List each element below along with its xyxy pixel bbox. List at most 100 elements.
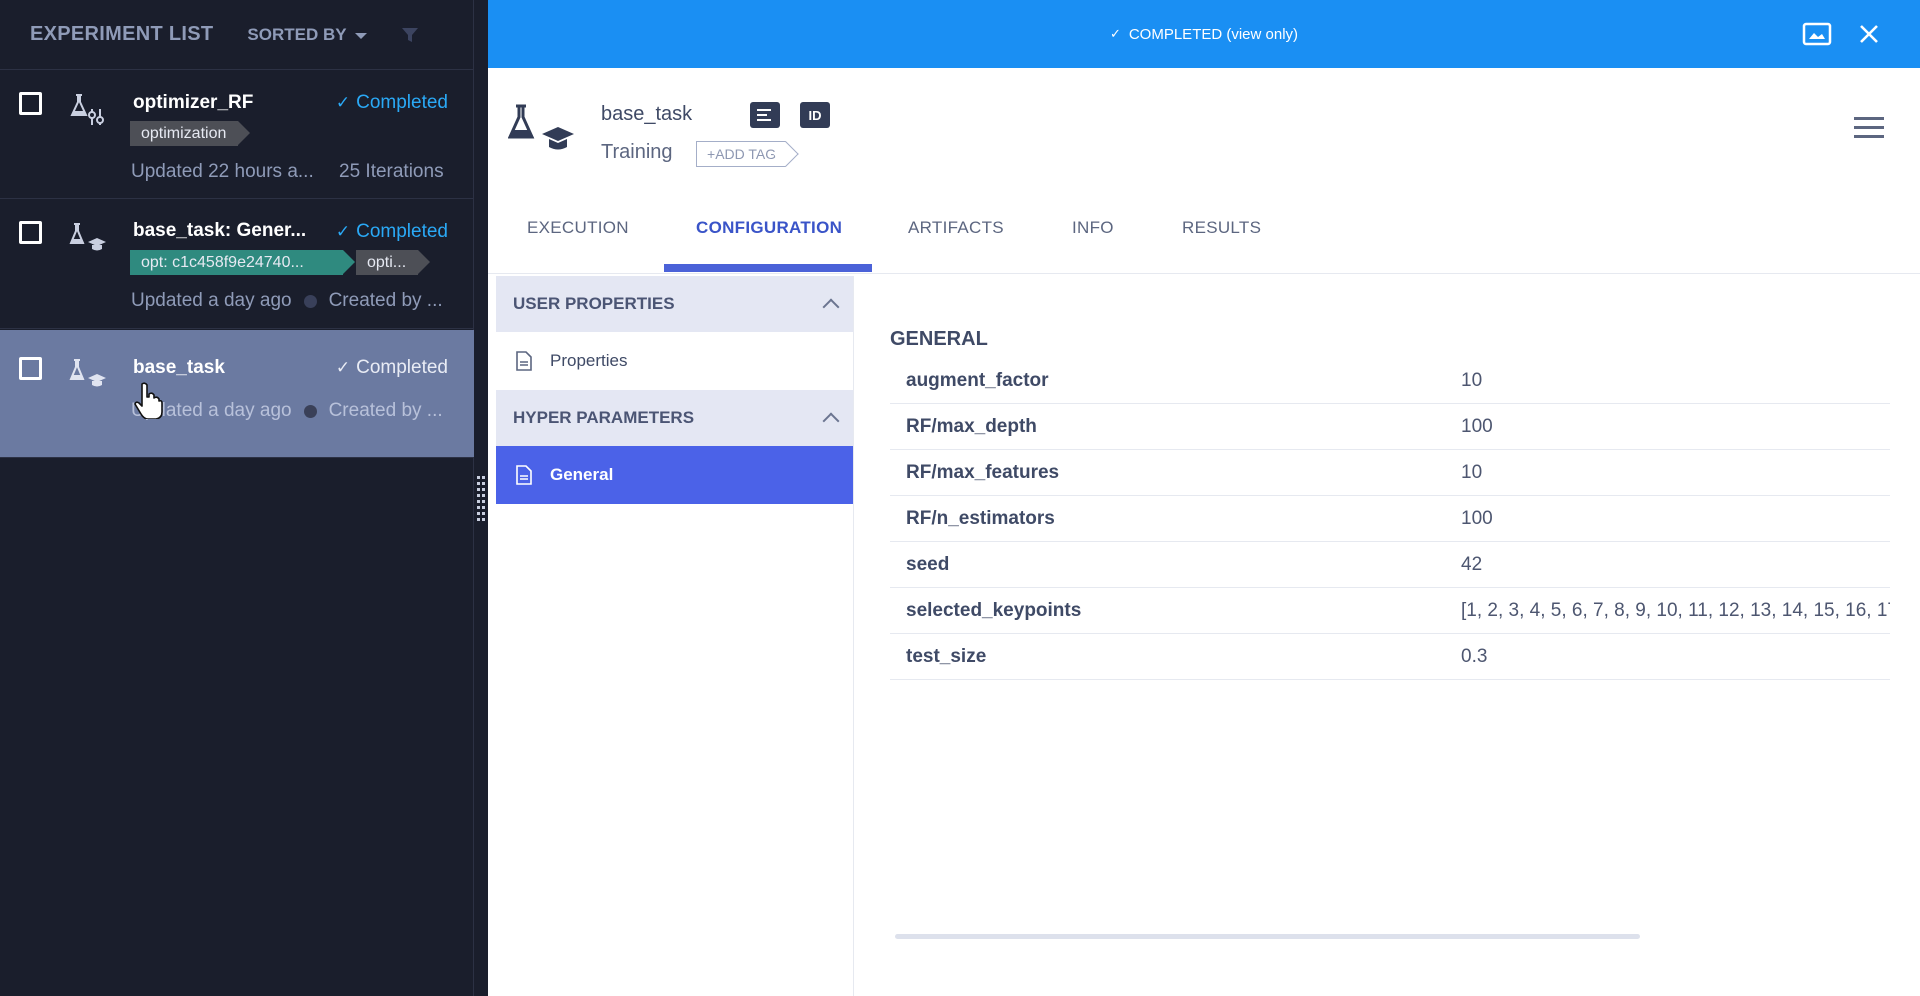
caret-down-icon: [354, 32, 367, 39]
row-checkbox[interactable]: [19, 92, 42, 115]
chevron-up-icon: [822, 412, 840, 430]
chart-view-icon: [1802, 22, 1832, 46]
param-value: 100: [1461, 507, 1493, 529]
tab-configuration[interactable]: CONFIGURATION: [696, 218, 842, 238]
document-icon: [516, 465, 532, 485]
nav-item-general[interactable]: General: [496, 446, 853, 504]
param-value: [1, 2, 3, 4, 5, 6, 7, 8, 9, 10, 11, 12, …: [1461, 599, 1890, 621]
param-key: seed: [906, 553, 950, 575]
experiment-details-panel: ✓ COMPLETED (view only) base_task ID Tra…: [488, 0, 1920, 996]
chevron-up-icon: [822, 298, 840, 316]
param-key: test_size: [906, 645, 987, 667]
table-row: RF/max_features 10: [890, 450, 1890, 496]
param-value: 0.3: [1461, 645, 1488, 667]
hyper-parameters-section[interactable]: HYPER PARAMETERS: [496, 390, 853, 446]
experiment-meta: Updated a day ago Created by ...: [131, 400, 443, 422]
experiment-meta: Updated 22 hours a...: [131, 161, 314, 183]
plus-icon: +: [707, 146, 716, 162]
task-type: Training: [601, 141, 673, 163]
experiment-list-title: EXPERIMENT LIST: [30, 23, 214, 45]
row-checkbox[interactable]: [19, 357, 42, 380]
table-row: seed 42: [890, 542, 1890, 588]
active-tab-indicator: [664, 264, 872, 272]
experiment-list-header: EXPERIMENT LIST SORTED BY: [0, 0, 473, 70]
user-properties-section[interactable]: USER PROPERTIES: [496, 276, 853, 332]
param-value: 10: [1461, 369, 1483, 391]
check-icon: ✓: [335, 358, 351, 377]
hand-cursor-icon: [134, 382, 163, 419]
tab-results[interactable]: RESULTS: [1182, 218, 1261, 238]
experiment-name: base_task: [133, 357, 225, 378]
nav-item-properties[interactable]: Properties: [496, 332, 853, 390]
close-icon: [1860, 25, 1878, 43]
param-key: RF/n_estimators: [906, 507, 1055, 529]
experiment-row-selected[interactable]: base_task ✓ Completed Updated a day ago C…: [0, 330, 474, 458]
horizontal-scrollbar[interactable]: [895, 934, 1640, 939]
param-key: RF/max_depth: [906, 415, 1037, 437]
param-key: selected_keypoints: [906, 599, 1082, 621]
param-value: 10: [1461, 461, 1483, 483]
status-badge: ✓ Completed: [336, 92, 448, 114]
task-name[interactable]: base_task: [601, 103, 692, 126]
sorted-by-dropdown[interactable]: SORTED BY: [247, 25, 367, 45]
created-by: Created by ...: [328, 290, 443, 311]
hamburger-menu-icon[interactable]: [1854, 116, 1884, 140]
section-label: USER PROPERTIES: [513, 294, 675, 313]
created-by: Created by ...: [328, 400, 443, 421]
param-key: augment_factor: [906, 369, 1049, 391]
banner-text: COMPLETED (view only): [1128, 25, 1299, 43]
nav-item-label: General: [550, 465, 614, 484]
configuration-sidebar: USER PROPERTIES Properties HYPER PARAMET…: [496, 276, 854, 996]
table-row: selected_keypoints [1, 2, 3, 4, 5, 6, 7, …: [890, 588, 1890, 634]
param-key: RF/max_features: [906, 461, 1060, 483]
tab-bar: EXECUTION CONFIGURATION ARTIFACTS INFO R…: [488, 198, 1920, 274]
optimizer-icon: [70, 94, 104, 125]
check-icon: ✓: [335, 93, 351, 112]
tab-execution[interactable]: EXECUTION: [527, 218, 629, 238]
separator-dot: [303, 404, 317, 418]
experiment-meta: Updated a day ago Created by ...: [131, 290, 443, 312]
tab-info[interactable]: INFO: [1072, 218, 1114, 238]
section-label: HYPER PARAMETERS: [513, 408, 695, 427]
status-badge: ✓ Completed: [336, 221, 448, 243]
add-tag-button[interactable]: +ADD TAG: [696, 141, 787, 167]
training-icon: [69, 359, 106, 387]
check-icon: ✓: [335, 222, 351, 241]
iterations-count: 25 Iterations: [339, 161, 444, 182]
experiment-row[interactable]: base_task: Gener... ✓ Completed opt: c1c4…: [0, 200, 474, 329]
row-checkbox[interactable]: [19, 221, 42, 244]
description-icon: [757, 109, 771, 121]
experiment-name: optimizer_RF: [133, 92, 254, 113]
id-button[interactable]: ID: [800, 102, 830, 128]
tag-chip[interactable]: opt: c1c458f9e24740...: [130, 250, 355, 275]
tag-chip[interactable]: opti...: [356, 250, 431, 275]
updated-time: Updated 22 hours a...: [131, 161, 314, 182]
task-header: base_task ID Training +ADD TAG: [488, 68, 1920, 198]
experiment-list-panel: EXPERIMENT LIST SORTED BY optimizer_RF ✓…: [0, 0, 485, 996]
add-tag-label: ADD TAG: [715, 146, 777, 162]
experiment-row[interactable]: optimizer_RF ✓ Completed optimization Upd…: [0, 71, 474, 199]
updated-time: Updated a day ago: [131, 290, 292, 311]
status-banner: ✓ COMPLETED (view only): [488, 0, 1920, 68]
filter-icon[interactable]: [401, 26, 419, 44]
status-text: Completed: [356, 221, 448, 242]
document-icon: [516, 351, 532, 371]
table-row: RF/n_estimators 100: [890, 496, 1890, 542]
status-text: Completed: [356, 92, 448, 113]
maximize-button[interactable]: [1800, 17, 1834, 51]
training-icon: [69, 223, 106, 251]
tag-chip[interactable]: optimization: [130, 121, 251, 146]
tab-artifacts[interactable]: ARTIFACTS: [908, 218, 1004, 238]
description-button[interactable]: [750, 102, 780, 128]
table-row: augment_factor 10: [890, 358, 1890, 404]
panel-resize-handle[interactable]: [477, 476, 485, 522]
param-value: 42: [1461, 553, 1483, 575]
tag-chip-label: opt: c1c458f9e24740...: [141, 254, 304, 271]
experiment-name: base_task: Gener...: [133, 220, 307, 241]
check-icon: ✓: [1109, 26, 1121, 41]
separator-dot: [303, 294, 317, 308]
training-icon: [508, 104, 574, 150]
table-row: test_size 0.3: [890, 634, 1890, 680]
close-button[interactable]: [1852, 17, 1886, 51]
status-badge: ✓ Completed: [336, 357, 448, 379]
